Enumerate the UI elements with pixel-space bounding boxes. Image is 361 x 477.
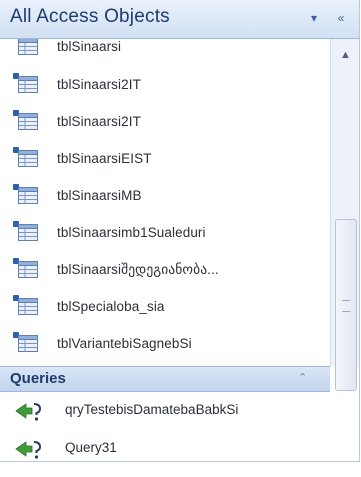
- query-row[interactable]: qryTestebisDamatebaBabkSi: [0, 393, 330, 429]
- table-icon: [18, 298, 38, 315]
- table-label: tblSpecialoba_sia: [57, 299, 165, 314]
- collapse-chevron-icon[interactable]: ⌃: [298, 371, 307, 384]
- table-label: tblSinaarsimb1Sualeduri: [57, 225, 206, 240]
- table-icon: [18, 150, 38, 167]
- table-row[interactable]: tblVariantebiSagnebSi: [0, 326, 330, 362]
- queries-group-header[interactable]: Queries ⌃: [0, 366, 330, 392]
- queries-group-label: Queries: [10, 370, 66, 387]
- table-icon: [18, 335, 38, 352]
- append-query-icon: [15, 441, 42, 459]
- table-label: tblSinaarsiEIST: [57, 151, 152, 166]
- table-label: tblSinaarsiMB: [57, 188, 142, 203]
- table-icon: [18, 113, 38, 130]
- scroll-up-arrow-icon[interactable]: ▲: [331, 45, 359, 65]
- query-label: qryTestebisDamatebaBabkSi: [65, 402, 239, 417]
- table-row[interactable]: tblSinaarsiშედეგიანობა...: [0, 252, 330, 288]
- shutter-bar-collapse-icon[interactable]: «: [332, 8, 350, 28]
- table-row[interactable]: tblSinaarsi: [0, 39, 330, 65]
- table-label: tblSinaarsi2IT: [57, 114, 141, 129]
- table-icon: [18, 187, 38, 204]
- pane-title[interactable]: All Access Objects: [10, 6, 170, 28]
- table-icon: [18, 261, 38, 278]
- query-label: Query31: [65, 440, 117, 455]
- query-row[interactable]: Query31: [0, 431, 330, 461]
- table-label: tblSinaarsi2IT: [57, 77, 141, 92]
- table-row[interactable]: tblSinaarsimb1Sualeduri: [0, 215, 330, 251]
- navigation-pane-header[interactable]: All Access Objects ▾ «: [0, 0, 359, 39]
- scrollbar-thumb[interactable]: [335, 219, 357, 391]
- table-icon: [18, 224, 38, 241]
- table-label: tblSinaarsiშედეგიანობა...: [57, 262, 219, 277]
- object-list: tblSinaarsi tblSinaarsi2IT tblSinaarsi2I…: [0, 39, 330, 461]
- table-row[interactable]: tblSpecialoba_sia: [0, 289, 330, 325]
- table-row[interactable]: tblSinaarsiMB: [0, 178, 330, 214]
- table-label: tblVariantebiSagnebSi: [57, 336, 192, 351]
- append-query-icon: [15, 403, 42, 421]
- table-icon: [18, 39, 38, 55]
- table-row[interactable]: tblSinaarsiEIST: [0, 141, 330, 177]
- table-icon: [18, 76, 38, 93]
- table-row[interactable]: tblSinaarsi2IT: [0, 67, 330, 103]
- table-row[interactable]: tblSinaarsi2IT: [0, 104, 330, 140]
- pane-menu-dropdown-icon[interactable]: ▾: [305, 8, 323, 28]
- table-label: tblSinaarsi: [57, 39, 122, 54]
- scrollbar-grip: [342, 300, 350, 312]
- navigation-pane: All Access Objects ▾ « tblSinaarsi tblSi…: [0, 0, 360, 462]
- vertical-scrollbar[interactable]: ▲: [330, 39, 359, 391]
